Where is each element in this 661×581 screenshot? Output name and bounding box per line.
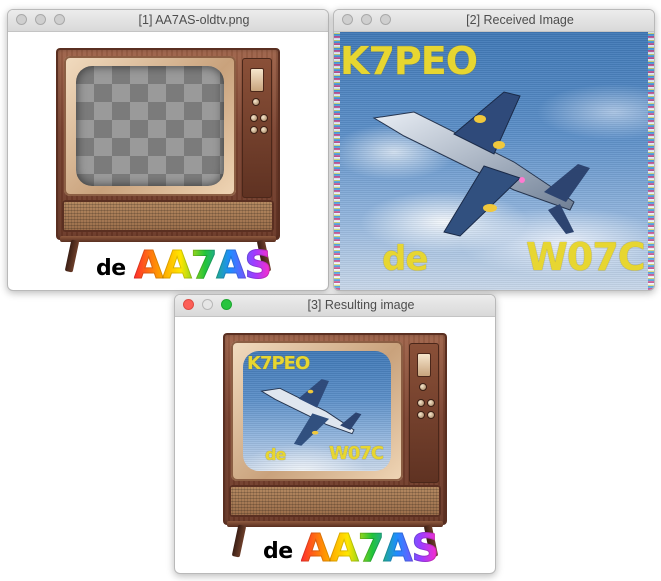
tv-screen-composited: K7PEO de W07C [243, 351, 391, 471]
de-label: de [263, 539, 293, 564]
titlebar[interactable]: [1] AA7AS-oldtv.png [8, 10, 328, 32]
minimize-button[interactable] [361, 14, 372, 25]
de-label: de [382, 239, 428, 279]
de-label: de [265, 445, 286, 464]
zoom-button[interactable] [380, 14, 391, 25]
to-callsign: K7PEO [340, 39, 478, 83]
titlebar[interactable]: [2] Received Image [334, 10, 654, 32]
window-title: [2] Received Image [466, 13, 574, 27]
from-callsign: W07C [329, 443, 384, 464]
zoom-button[interactable] [221, 299, 232, 310]
window-result[interactable]: [3] Resulting image K7PEO de W07C de AA7… [174, 294, 496, 574]
received-sstv-image: K7PEO de W07C [334, 32, 654, 290]
callsign-label: AA7AS [133, 243, 272, 287]
tv-screen-transparent [76, 66, 224, 186]
from-callsign: W07C [526, 235, 646, 279]
image-canvas: K7PEO de W07C [334, 32, 654, 290]
titlebar[interactable]: [3] Resulting image [175, 295, 495, 317]
callsign-label: AA7AS [300, 526, 439, 570]
window-title: [3] Resulting image [307, 298, 415, 312]
tv-image [56, 48, 280, 274]
minimize-button[interactable] [202, 299, 213, 310]
to-callsign: K7PEO [247, 353, 310, 374]
window-received[interactable]: [2] Received Image K7PEO de W07C [333, 9, 655, 291]
image-canvas: de AA7AS [8, 32, 328, 290]
window-original[interactable]: [1] AA7AS-oldtv.png de AA7AS [7, 9, 329, 291]
close-button[interactable] [183, 299, 194, 310]
close-button[interactable] [16, 14, 27, 25]
zoom-button[interactable] [54, 14, 65, 25]
image-canvas: K7PEO de W07C de AA7AS [175, 317, 495, 573]
minimize-button[interactable] [35, 14, 46, 25]
window-title: [1] AA7AS-oldtv.png [138, 13, 250, 27]
de-label: de [96, 256, 126, 281]
close-button[interactable] [342, 14, 353, 25]
